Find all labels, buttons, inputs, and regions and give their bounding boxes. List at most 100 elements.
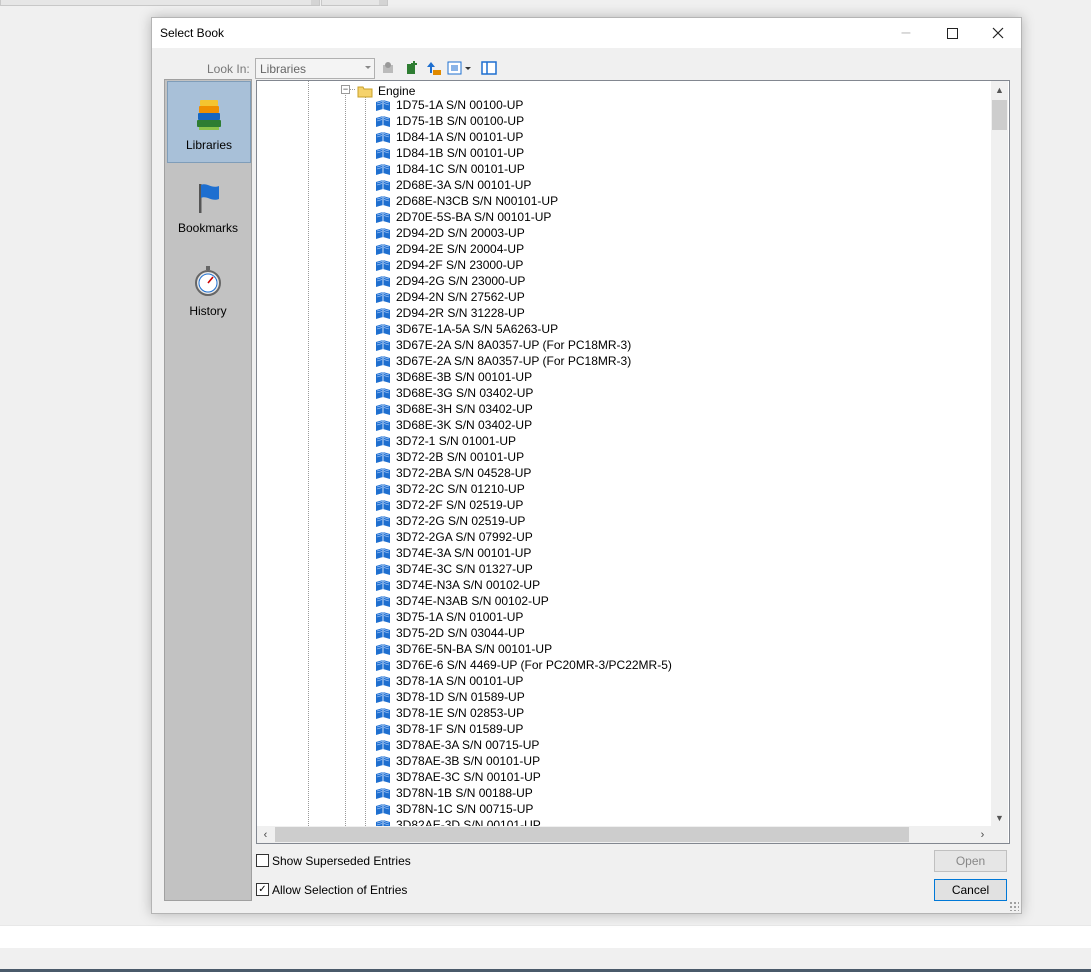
book-label: 3D74E-3C S/N 01327-UP xyxy=(396,562,533,576)
close-icon xyxy=(992,27,1004,39)
maximize-button[interactable] xyxy=(929,18,975,48)
tree-book-item[interactable]: 3D76E-6 S/N 4469-UP (For PC20MR-3/PC22MR… xyxy=(375,657,672,673)
scroll-up-button[interactable]: ▲ xyxy=(991,81,1008,98)
scroll-left-button[interactable]: ‹ xyxy=(257,826,274,843)
book-icon xyxy=(376,403,390,415)
tree-book-item[interactable]: 3D72-2C S/N 01210-UP xyxy=(375,481,672,497)
tree-book-item[interactable]: 1D84-1B S/N 00101-UP xyxy=(375,145,672,161)
tree-book-item[interactable]: 3D78N-1B S/N 00188-UP xyxy=(375,785,672,801)
tree-book-item[interactable]: 3D74E-3C S/N 01327-UP xyxy=(375,561,672,577)
tree-book-item[interactable]: 3D72-2GA S/N 07992-UP xyxy=(375,529,672,545)
book-icon xyxy=(376,99,390,111)
tree-book-item[interactable]: 2D94-2D S/N 20003-UP xyxy=(375,225,672,241)
sidebar-item-label: History xyxy=(189,304,227,318)
resize-grip[interactable] xyxy=(1009,901,1019,911)
book-label: 3D78AE-3C S/N 00101-UP xyxy=(396,770,541,784)
tree-book-item[interactable]: 2D94-2R S/N 31228-UP xyxy=(375,305,672,321)
minimize-button[interactable]: – xyxy=(883,18,929,48)
tree-book-item[interactable]: 3D78-1F S/N 01589-UP xyxy=(375,721,672,737)
view-icon xyxy=(447,61,471,75)
scroll-down-button[interactable]: ▼ xyxy=(991,809,1008,826)
book-icon xyxy=(376,499,390,511)
book-icon xyxy=(376,259,390,271)
tree-book-item[interactable]: 3D75-2D S/N 03044-UP xyxy=(375,625,672,641)
book-label: 3D78N-1C S/N 00715-UP xyxy=(396,802,534,816)
tree-book-item[interactable]: 2D94-2E S/N 20004-UP xyxy=(375,241,672,257)
horizontal-scroll-thumb[interactable] xyxy=(275,827,909,842)
tree-book-item[interactable]: 3D74E-3A S/N 00101-UP xyxy=(375,545,672,561)
scroll-right-button[interactable]: › xyxy=(974,826,991,843)
book-icon xyxy=(376,547,390,559)
book-label: 3D72-2G S/N 02519-UP xyxy=(396,514,526,528)
tree-book-item[interactable]: 3D72-2G S/N 02519-UP xyxy=(375,513,672,529)
book-icon xyxy=(376,755,390,767)
book-label: 3D68E-3H S/N 03402-UP xyxy=(396,402,533,416)
open-button[interactable]: Open xyxy=(934,850,1007,872)
cancel-button[interactable]: Cancel xyxy=(934,879,1007,901)
book-icon xyxy=(376,307,390,319)
tree-book-item[interactable]: 3D68E-3B S/N 00101-UP xyxy=(375,369,672,385)
tree-book-item[interactable]: 2D94-2N S/N 27562-UP xyxy=(375,289,672,305)
sidebar-item-libraries[interactable]: Libraries xyxy=(167,81,251,163)
book-icon xyxy=(376,675,390,687)
tree-book-item[interactable]: 3D75-1A S/N 01001-UP xyxy=(375,609,672,625)
book-label: 2D94-2G S/N 23000-UP xyxy=(396,274,526,288)
background-combo-2 xyxy=(321,0,388,6)
add-library-button[interactable] xyxy=(402,59,420,77)
book-label: 3D67E-2A S/N 8A0357-UP (For PC18MR-3) xyxy=(396,338,632,352)
tree-book-item[interactable]: 3D74E-N3AB S/N 00102-UP xyxy=(375,593,672,609)
tree-book-item[interactable]: 3D78AE-3B S/N 00101-UP xyxy=(375,753,672,769)
book-icon xyxy=(376,563,390,575)
tree-book-item[interactable]: 1D84-1A S/N 00101-UP xyxy=(375,129,672,145)
tree-book-item[interactable]: 3D67E-2A S/N 8A0357-UP (For PC18MR-3) xyxy=(375,337,672,353)
show-superseded-checkbox[interactable] xyxy=(256,854,269,867)
horizontal-scrollbar[interactable]: ‹ › xyxy=(257,826,991,843)
tree-book-item[interactable]: 3D78AE-3C S/N 00101-UP xyxy=(375,769,672,785)
book-icon xyxy=(376,467,390,479)
tree-book-item[interactable]: 3D78-1E S/N 02853-UP xyxy=(375,705,672,721)
tree-book-item[interactable]: 3D78AE-3A S/N 00715-UP xyxy=(375,737,672,753)
book-label: 3D72-2B S/N 00101-UP xyxy=(396,450,525,464)
tree-book-item[interactable]: 3D68E-3K S/N 03402-UP xyxy=(375,417,672,433)
close-button[interactable] xyxy=(975,18,1021,48)
vertical-scroll-thumb[interactable] xyxy=(992,100,1007,130)
collapse-toggle[interactable]: − xyxy=(341,85,350,94)
view-menu-button[interactable] xyxy=(447,59,473,77)
tree-book-item[interactable]: 3D68E-3H S/N 03402-UP xyxy=(375,401,672,417)
tree-book-item[interactable]: 3D78-1D S/N 01589-UP xyxy=(375,689,672,705)
tree-book-item[interactable]: 3D72-2F S/N 02519-UP xyxy=(375,497,672,513)
vertical-scrollbar[interactable]: ▲ ▼ xyxy=(991,81,1008,826)
tree-book-item[interactable]: 3D68E-3G S/N 03402-UP xyxy=(375,385,672,401)
allow-selection-checkbox[interactable]: ✓ xyxy=(256,883,269,896)
tree-book-item[interactable]: 3D78-1A S/N 00101-UP xyxy=(375,673,672,689)
book-label: 3D76E-5N-BA S/N 00101-UP xyxy=(396,642,553,656)
panel-icon xyxy=(481,61,497,75)
sidebar-item-history[interactable]: History xyxy=(167,248,249,328)
tree-book-item[interactable]: 3D67E-1A-5A S/N 5A6263-UP xyxy=(375,321,672,337)
properties-button[interactable] xyxy=(379,59,397,77)
tree-book-item[interactable]: 1D84-1C S/N 00101-UP xyxy=(375,161,672,177)
tree-book-item[interactable]: 1D75-1B S/N 00100-UP xyxy=(375,113,672,129)
tree-book-item[interactable]: 3D76E-5N-BA S/N 00101-UP xyxy=(375,641,672,657)
tree-book-item[interactable]: 2D94-2F S/N 23000-UP xyxy=(375,257,672,273)
tree-book-item[interactable]: 2D68E-3A S/N 00101-UP xyxy=(375,177,672,193)
tree-book-item[interactable]: 3D74E-N3A S/N 00102-UP xyxy=(375,577,672,593)
tree-book-item[interactable]: 3D67E-2A S/N 8A0357-UP (For PC18MR-3) xyxy=(375,353,672,369)
look-in-select[interactable]: Libraries xyxy=(255,58,375,79)
book-label: 1D84-1B S/N 00101-UP xyxy=(396,146,525,160)
preview-pane-button[interactable] xyxy=(480,59,498,77)
book-icon xyxy=(376,531,390,543)
tree-book-item[interactable]: 2D68E-N3CB S/N N00101-UP xyxy=(375,193,672,209)
stopwatch-icon xyxy=(195,266,221,296)
up-level-button[interactable] xyxy=(425,59,443,77)
tree-book-item[interactable]: 3D72-1 S/N 01001-UP xyxy=(375,433,672,449)
tree-book-item[interactable]: 3D72-2B S/N 00101-UP xyxy=(375,449,672,465)
tree-book-item[interactable]: 3D78N-1C S/N 00715-UP xyxy=(375,801,672,817)
tree-book-item[interactable]: 2D94-2G S/N 23000-UP xyxy=(375,273,672,289)
book-tree[interactable]: − Engine 1D75-1A S/N 00100-UP 1D75-1B S/N… xyxy=(256,80,1010,844)
tree-book-item[interactable]: 1D75-1A S/N 00100-UP xyxy=(375,97,672,113)
tree-book-item[interactable]: 3D72-2BA S/N 04528-UP xyxy=(375,465,672,481)
book-icon xyxy=(376,371,390,383)
tree-book-item[interactable]: 2D70E-5S-BA S/N 00101-UP xyxy=(375,209,672,225)
sidebar-item-bookmarks[interactable]: Bookmarks xyxy=(167,165,249,245)
